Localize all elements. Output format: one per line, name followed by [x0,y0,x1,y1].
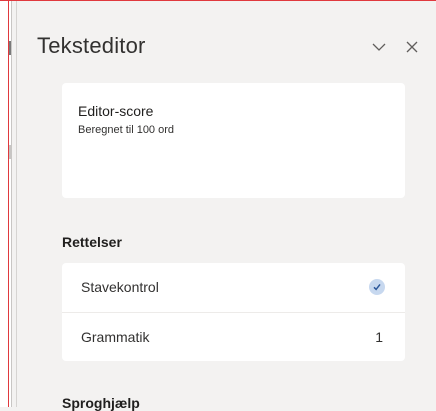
editor-score-subtitle: Beregnet til 100 ord [78,124,175,136]
spelling-row[interactable]: Stavekontrol [62,263,405,311]
window-border-left [8,0,9,407]
editor-score-title: Editor-score [78,103,154,119]
chevron-down-icon [372,43,386,51]
pane-title: Teksteditor [37,33,146,58]
language-help-heading: Sproghjælp [62,395,140,411]
grammar-row[interactable]: Grammatik 1 [62,312,405,360]
grammar-count: 1 [375,328,383,345]
editor-pane: Teksteditor Editor-score Beregnet til 10… [16,1,436,411]
close-pane-button[interactable] [402,37,422,57]
editor-score-card[interactable]: Editor-score Beregnet til 100 ord [62,83,405,198]
grammar-label: Grammatik [81,328,150,345]
close-icon [406,41,418,53]
ruler-marker [9,41,11,55]
check-icon [369,279,385,295]
ruler-marker [9,145,11,159]
document-edge [0,0,12,407]
spelling-label: Stavekontrol [81,279,159,295]
corrections-heading: Rettelser [62,234,122,250]
pane-options-button[interactable] [369,37,389,57]
corrections-card: Stavekontrol Grammatik 1 [62,263,405,361]
